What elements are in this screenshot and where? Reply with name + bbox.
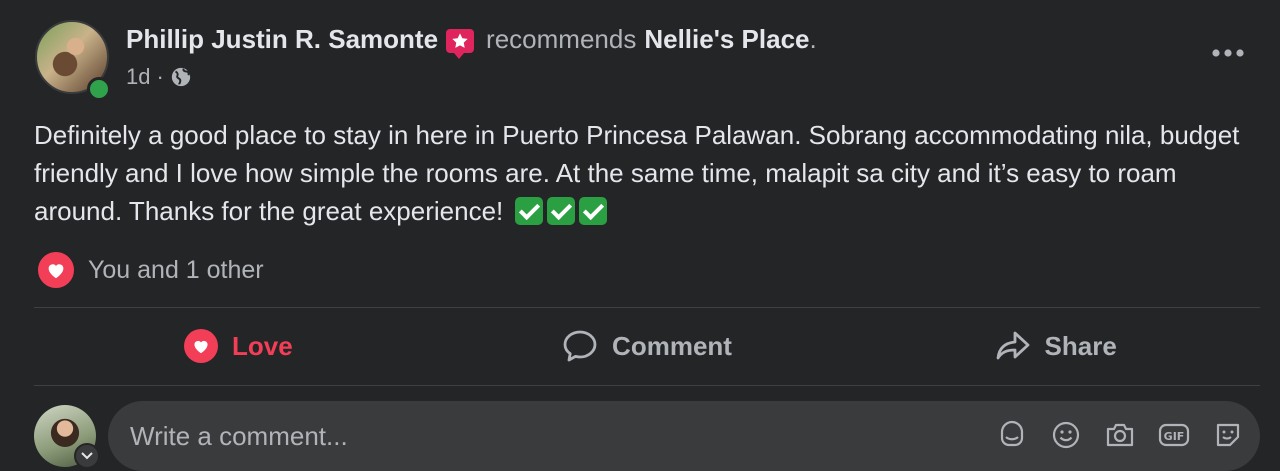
check-mark-emoji [578,197,607,225]
check-mark-emoji [546,197,575,225]
check-mark-emoji [514,197,543,225]
post-actions: Love Comment Share [34,308,1260,384]
post-body-text: Definitely a good place to stay in here … [34,120,1240,226]
camera-icon[interactable] [1104,419,1136,451]
comment-input[interactable]: Write a comment... GIF [108,401,1260,471]
comment-composer: Write a comment... GIF [0,395,1280,471]
post-header: Phillip Justin R. Samonte recommends Nel… [126,24,817,59]
svg-text:GIF: GIF [1164,430,1185,443]
love-button[interactable]: Love [34,308,443,384]
place-link[interactable]: Nellie's Place [644,24,809,55]
meta-separator: · [156,64,164,89]
globe-icon [170,66,192,88]
comment-button[interactable]: Comment [443,308,852,384]
avatar-sticker-icon[interactable] [996,419,1028,451]
comment-label: Comment [612,330,732,361]
post-body: Definitely a good place to stay in here … [34,116,1264,230]
love-reaction-icon [36,250,76,290]
recommends-text: recommends [486,24,637,54]
share-label: Share [1044,330,1117,361]
love-icon [183,329,218,363]
emoji-icon[interactable] [1050,419,1082,451]
love-label: Love [231,330,293,361]
sticker-icon[interactable] [1212,419,1244,451]
post-card: Phillip Justin R. Samonte recommends Nel… [0,0,1280,471]
reactions-summary[interactable]: You and 1 other [36,250,264,290]
more-options-icon[interactable] [1208,38,1248,68]
header-period: . [809,24,817,54]
share-button[interactable]: Share [851,308,1260,384]
online-status-indicator [87,77,111,101]
divider [34,385,1260,386]
gif-icon[interactable]: GIF [1158,419,1190,451]
chevron-down-icon[interactable] [74,443,100,469]
post-timestamp[interactable]: 1d [126,64,150,90]
author-name[interactable]: Phillip Justin R. Samonte [126,24,438,55]
reactions-count-text: You and 1 other [88,255,264,284]
comment-placeholder: Write a comment... [130,421,348,451]
post-meta: 1d · [126,64,192,90]
comment-icon [562,329,598,363]
share-icon [995,329,1031,363]
recommendation-badge-icon [446,28,475,59]
comment-tools: GIF [996,419,1244,451]
